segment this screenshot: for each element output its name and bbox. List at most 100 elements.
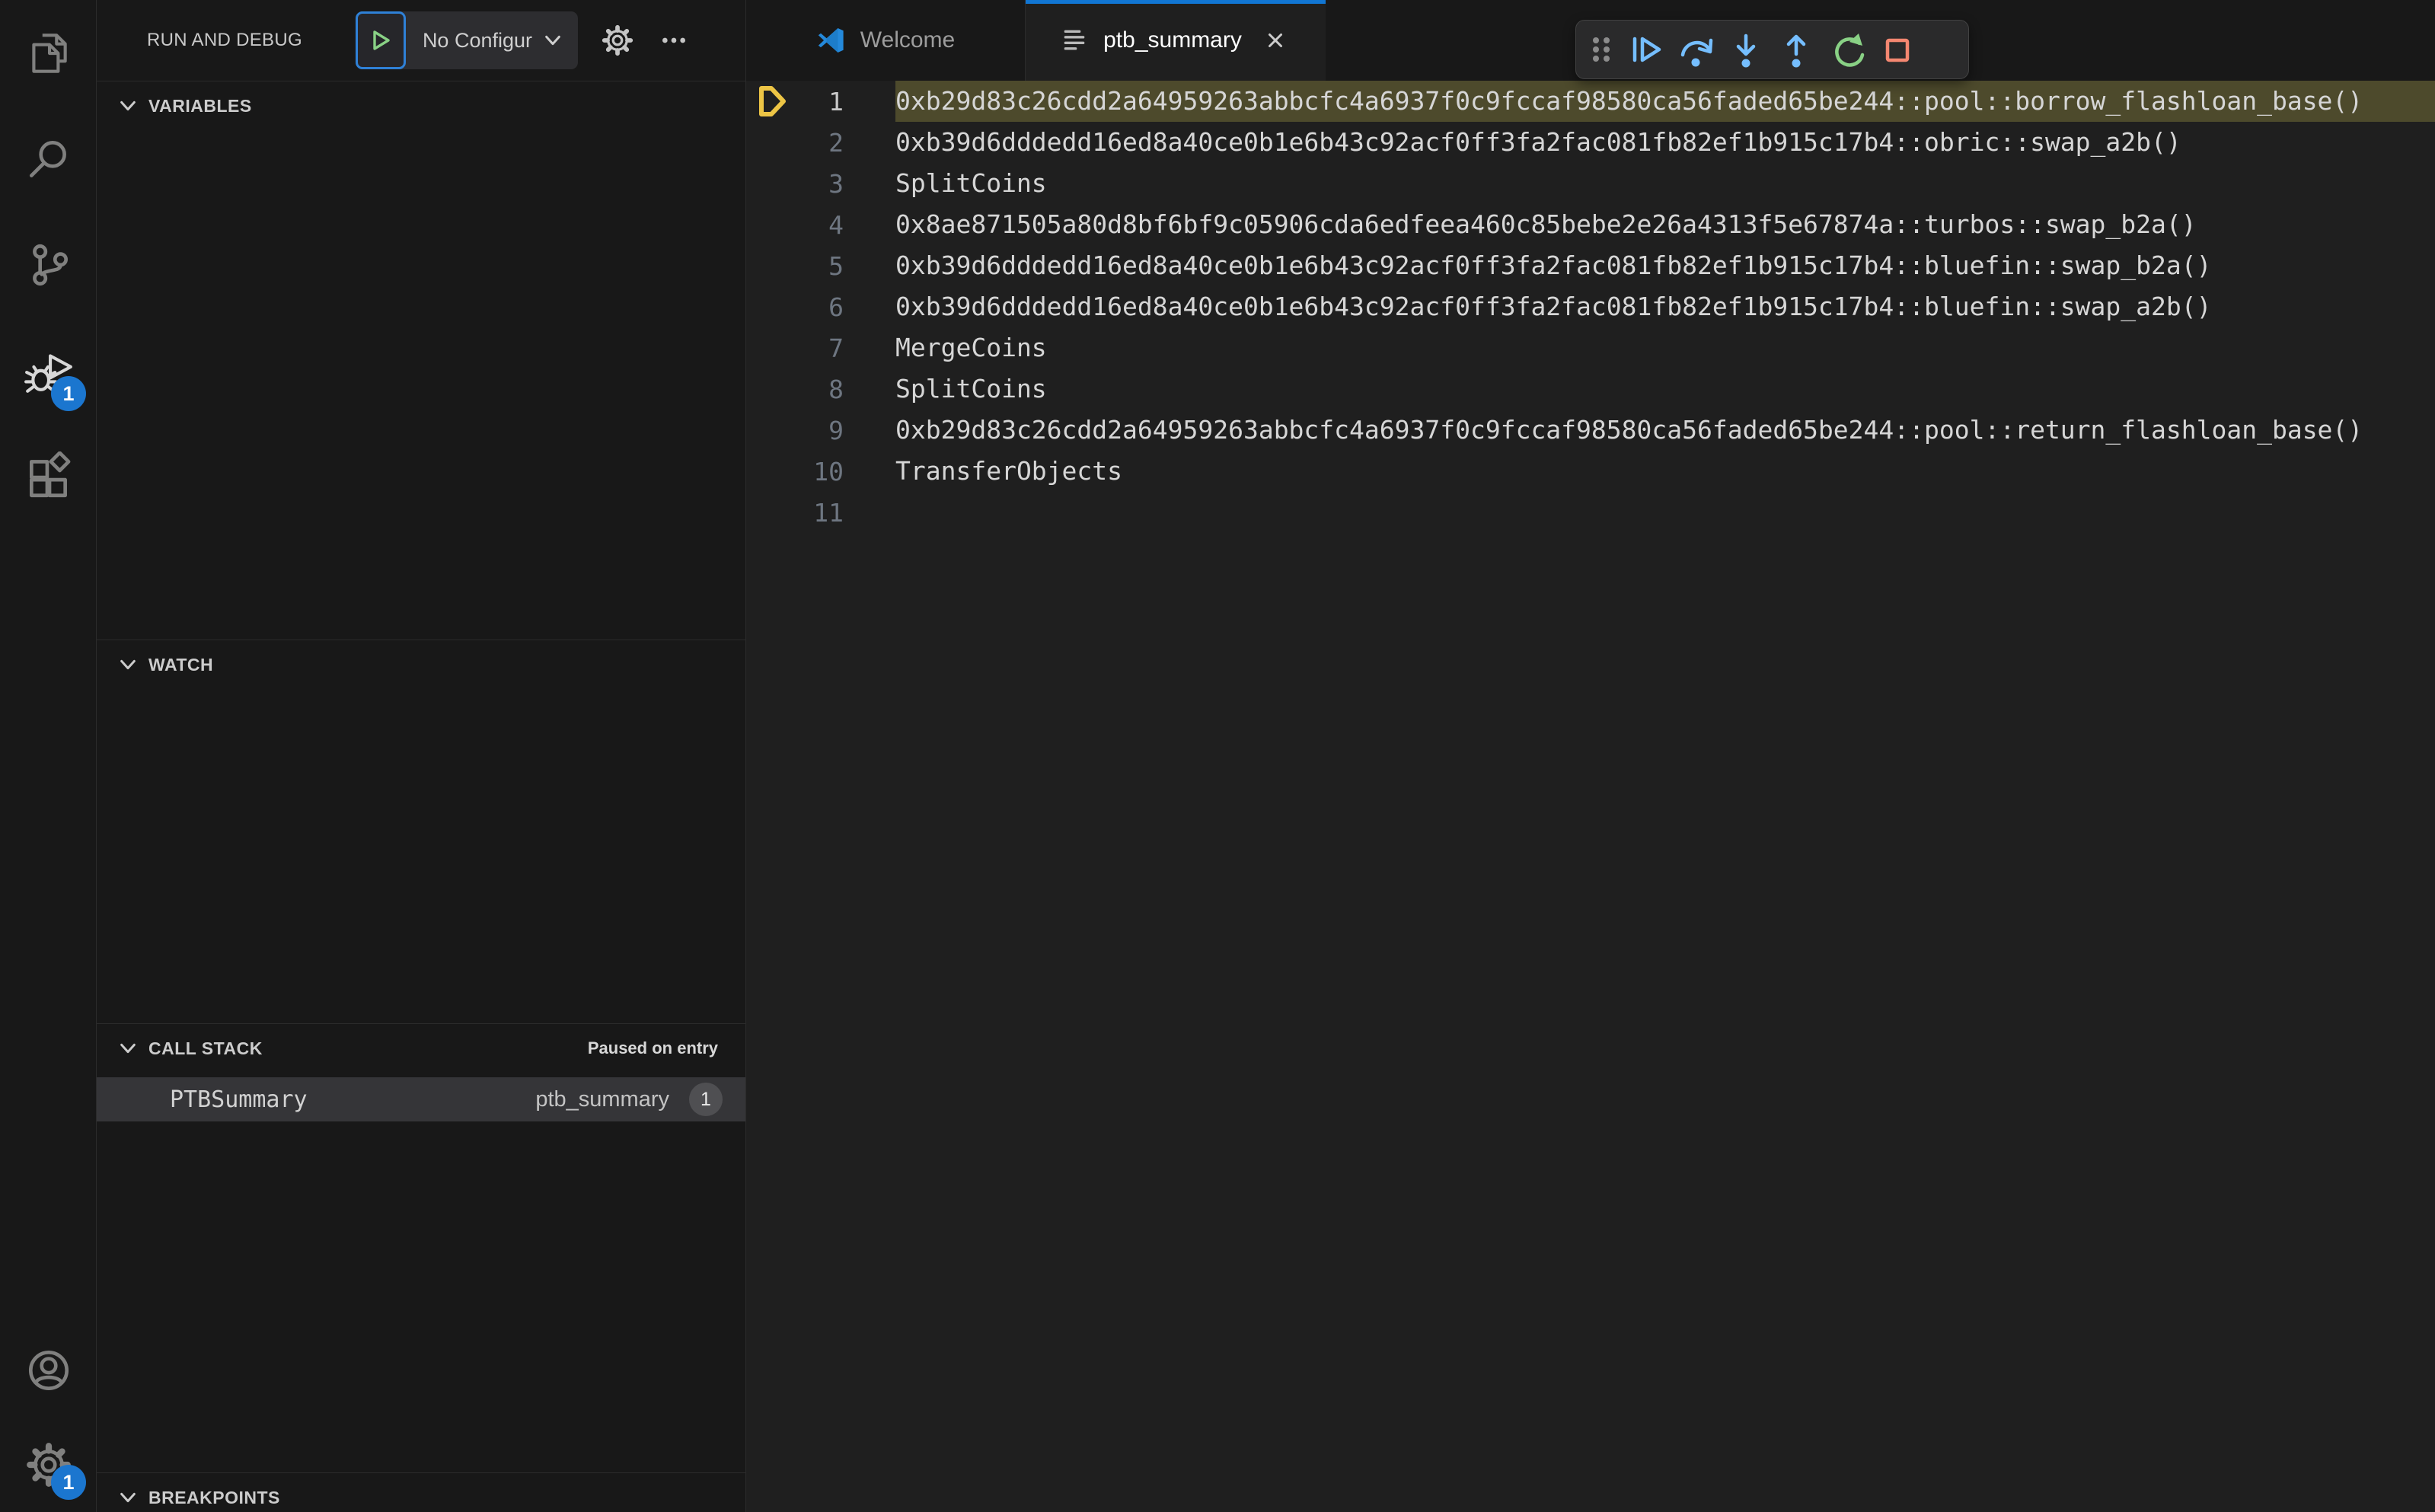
- code-line-text[interactable]: 0x8ae871505a80d8bf6bf9c05906cda6edfeea46…: [895, 204, 2435, 245]
- gripper-icon: [1587, 31, 1616, 68]
- section-label: WATCH: [148, 654, 214, 675]
- editor-gutter[interactable]: 9: [746, 410, 895, 451]
- editor-gutter[interactable]: 2: [746, 122, 895, 163]
- step-over-button[interactable]: [1671, 24, 1721, 75]
- sidebar-item-source-control[interactable]: [0, 212, 97, 317]
- editor-gutter[interactable]: 8: [746, 368, 895, 410]
- accounts-button[interactable]: [0, 1323, 97, 1418]
- editor-gutter[interactable]: 11: [746, 492, 895, 533]
- vscode-logo-icon: [816, 25, 847, 56]
- editor-gutter[interactable]: 1: [746, 81, 895, 122]
- sidebar-item-run-and-debug[interactable]: 1: [0, 317, 97, 423]
- code-line-text[interactable]: [895, 492, 2435, 533]
- tab-welcome[interactable]: Welcome: [746, 0, 1026, 81]
- section-label: CALL STACK: [148, 1038, 263, 1058]
- call-stack-section-header[interactable]: CALL STACK Paused on entry: [97, 1024, 745, 1073]
- more-actions-button[interactable]: [654, 18, 694, 63]
- code-lines: 1 0xb29d83c26cdd2a64959263abbcfc4a6937f0…: [746, 81, 2435, 533]
- debug-badge: 1: [51, 376, 86, 411]
- editor-gutter[interactable]: 7: [746, 327, 895, 368]
- editor-gutter[interactable]: 5: [746, 245, 895, 286]
- code-line-text[interactable]: MergeCoins: [895, 327, 2435, 368]
- debug-settings-button[interactable]: [598, 18, 637, 63]
- code-line-text[interactable]: 0xb39d6dddedd16ed8a40ce0b1e6b43c92acf0ff…: [895, 286, 2435, 327]
- code-line-text[interactable]: 0xb39d6dddedd16ed8a40ce0b1e6b43c92acf0ff…: [895, 122, 2435, 163]
- tab-close-button[interactable]: [1259, 24, 1292, 57]
- search-icon: [24, 134, 74, 184]
- activity-bar: 1 1: [0, 0, 97, 1512]
- code-row: 4 0x8ae871505a80d8bf6bf9c05906cda6edfeea…: [746, 204, 2435, 245]
- chevron-down-icon: [118, 655, 138, 675]
- stack-frame-row[interactable]: PTBSummary ptb_summary 1: [97, 1077, 745, 1121]
- pause-status-label: Paused on entry: [587, 1038, 718, 1057]
- tab-label: ptb_summary: [1103, 27, 1242, 53]
- gear-icon: [600, 23, 635, 58]
- restart-icon: [1828, 31, 1865, 68]
- tab-ptb-summary[interactable]: ptb_summary: [1026, 0, 1326, 81]
- editor-gutter[interactable]: 6: [746, 286, 895, 327]
- code-line-text[interactable]: SplitCoins: [895, 368, 2435, 410]
- activity-bar-bottom: 1: [0, 1323, 96, 1512]
- vscode-window: 1 1 RUN AND DEBUG No Configur VARIABLES …: [0, 0, 2435, 1512]
- code-row: 5 0xb39d6dddedd16ed8a40ce0b1e6b43c92acf0…: [746, 245, 2435, 286]
- chevron-down-icon: [118, 1488, 138, 1507]
- editor-gutter[interactable]: 4: [746, 204, 895, 245]
- sidebar-title: RUN AND DEBUG: [147, 30, 302, 50]
- tab-label: Welcome: [860, 27, 956, 53]
- watch-section-header[interactable]: WATCH: [97, 640, 745, 689]
- continue-button[interactable]: [1620, 24, 1671, 75]
- code-row: 1 0xb29d83c26cdd2a64959263abbcfc4a6937f0…: [746, 81, 2435, 122]
- chevron-down-icon: [543, 30, 563, 50]
- step-out-button[interactable]: [1771, 24, 1821, 75]
- editor-gutter[interactable]: 3: [746, 163, 895, 204]
- line-number: 11: [813, 497, 844, 528]
- chevron-down-icon: [118, 1038, 138, 1058]
- variables-section-header[interactable]: VARIABLES: [97, 81, 745, 130]
- code-row: 2 0xb39d6dddedd16ed8a40ce0b1e6b43c92acf0…: [746, 122, 2435, 163]
- list-icon: [1059, 25, 1090, 56]
- continue-icon: [1627, 31, 1664, 68]
- code-line-text[interactable]: SplitCoins: [895, 163, 2435, 204]
- editor-gutter[interactable]: 10: [746, 451, 895, 492]
- chevron-down-icon: [118, 96, 138, 116]
- source-control-icon: [24, 240, 74, 290]
- sidebar-item-extensions[interactable]: [0, 423, 97, 529]
- call-stack-section: CALL STACK Paused on entry PTBSummary pt…: [97, 1023, 745, 1472]
- manage-button[interactable]: 1: [0, 1418, 97, 1512]
- line-number: 6: [828, 292, 844, 322]
- editor-group: Welcome ptb_summary 1 0xb29d83c26cdd2a64…: [746, 0, 2435, 1512]
- code-row: 11: [746, 492, 2435, 533]
- code-line-text[interactable]: TransferObjects: [895, 451, 2435, 492]
- section-label: VARIABLES: [148, 95, 252, 116]
- code-editor[interactable]: 1 0xb29d83c26cdd2a64959263abbcfc4a6937f0…: [746, 81, 2435, 1512]
- current-line-arrow-icon: [757, 84, 790, 119]
- code-row: 6 0xb39d6dddedd16ed8a40ce0b1e6b43c92acf0…: [746, 286, 2435, 327]
- code-row: 10 TransferObjects: [746, 451, 2435, 492]
- sidebar-item-explorer[interactable]: [0, 0, 97, 106]
- code-line-text[interactable]: 0xb39d6dddedd16ed8a40ce0b1e6b43c92acf0ff…: [895, 245, 2435, 286]
- stack-frame-file: ptb_summary: [535, 1086, 669, 1112]
- breakpoints-section-header[interactable]: BREAKPOINTS: [97, 1473, 745, 1512]
- restart-button[interactable]: [1821, 24, 1872, 75]
- toolbar-drag-handle[interactable]: [1582, 24, 1620, 75]
- config-dropdown[interactable]: No Configur: [406, 11, 578, 69]
- step-out-icon: [1778, 31, 1814, 68]
- code-line-text[interactable]: 0xb29d83c26cdd2a64959263abbcfc4a6937f0c9…: [895, 81, 2435, 122]
- close-icon: [1264, 29, 1287, 52]
- account-icon: [24, 1345, 74, 1396]
- config-dropdown-label: No Configur: [422, 28, 533, 52]
- variables-section: VARIABLES: [97, 81, 745, 640]
- sidebar-titlebar: RUN AND DEBUG No Configur: [97, 0, 745, 81]
- line-number: 4: [828, 209, 844, 240]
- watch-section: WATCH: [97, 640, 745, 1023]
- start-debugging-button[interactable]: [355, 11, 406, 69]
- step-over-icon: [1677, 31, 1714, 68]
- stop-button[interactable]: [1872, 24, 1922, 75]
- line-number: 2: [828, 127, 844, 158]
- step-into-button[interactable]: [1721, 24, 1771, 75]
- line-number: 5: [828, 250, 844, 281]
- line-number: 9: [828, 415, 844, 445]
- line-number: 8: [828, 374, 844, 404]
- sidebar-item-search[interactable]: [0, 106, 97, 212]
- code-line-text[interactable]: 0xb29d83c26cdd2a64959263abbcfc4a6937f0c9…: [895, 410, 2435, 451]
